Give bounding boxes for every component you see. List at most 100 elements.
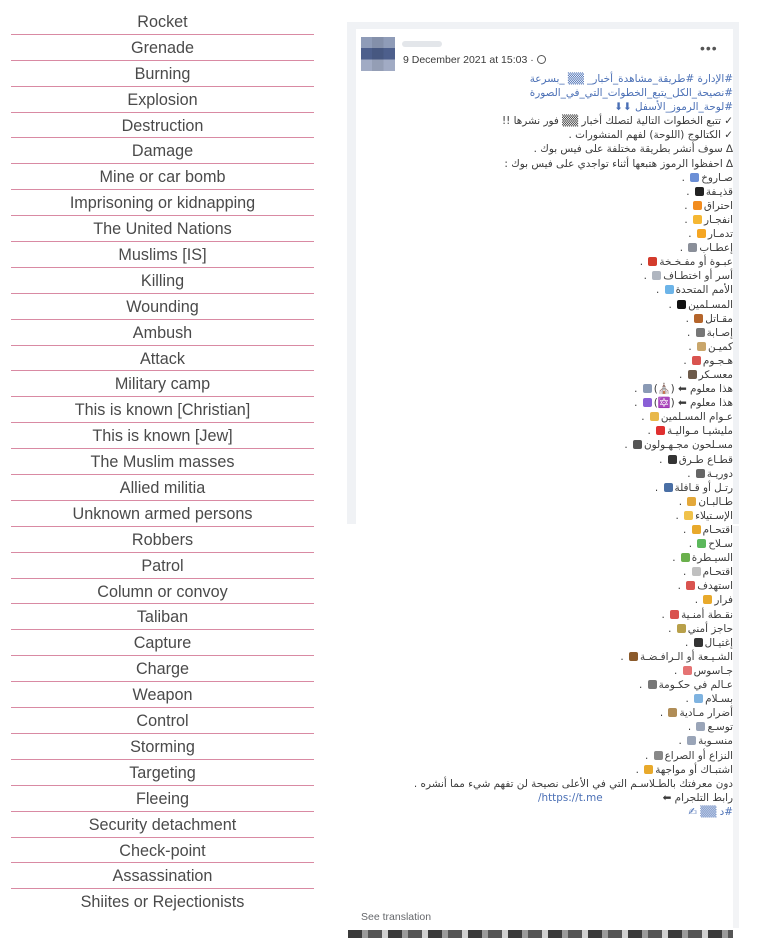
symbol-line: رتـل أو قـافلة . <box>403 481 733 495</box>
glossary-table: Rocket Grenade Burning Explosion Destruction… <box>11 9 314 915</box>
post-text-line-text: ✓ الكتالوج (اللوحة) لفهم المنشورات . <box>568 129 733 142</box>
period: . <box>685 636 692 649</box>
period: . <box>675 509 683 522</box>
period: . <box>683 566 690 579</box>
globe-icon <box>536 55 546 64</box>
symbol-line-text: الإسـتيلاء <box>695 509 733 522</box>
symbol-line-text: اقتحـام <box>702 566 733 579</box>
glossary-row: Security detachment <box>11 812 314 838</box>
emoji-icon <box>688 243 698 253</box>
post-text-line-text: ∆ سوف أنشر بطريقة مختلفة على فيس بوك . <box>533 143 733 156</box>
symbol-line-text: اشتبـاك أو مواجهة <box>655 763 733 776</box>
glossary-row: Mine or car bomb <box>11 164 314 191</box>
emoji-icon <box>686 581 696 591</box>
emoji-icon <box>703 595 713 605</box>
emoji-icon <box>692 200 702 210</box>
symbol-line: سـلاح . <box>403 537 733 551</box>
symbol-line-text: كميـن <box>707 340 733 353</box>
glossary-row: Patrol <box>11 553 314 579</box>
glossary-row: This is known [Christian] <box>11 397 314 424</box>
symbol-line-text: الأمم المتحدة <box>675 284 733 297</box>
symbol-line: بسـلام . <box>403 692 733 706</box>
post-date-text: 9 December 2021 at 15:03 · <box>403 54 534 66</box>
glossary-row: Destruction <box>11 113 314 139</box>
emoji-icon <box>695 327 705 337</box>
period: . <box>684 213 692 226</box>
glossary-row: Imprisoning or kidnapping <box>11 190 314 217</box>
symbol-line: الإسـتيلاء . <box>403 509 733 523</box>
symbol-line-text: نقـطة أمنـية <box>681 608 733 621</box>
glossary-row: Killing <box>11 268 314 294</box>
post-text-line: ✓ الكتالوج (اللوحة) لفهم المنشورات . <box>403 128 733 142</box>
symbol-line-text: توسـع <box>707 721 733 734</box>
symbol-line: استهدف . <box>403 579 733 593</box>
author-name-redacted <box>402 41 442 47</box>
glossary-row: Allied militia <box>11 475 314 501</box>
telegram-line-text: رابط التلجرام ⬅ <box>662 791 733 804</box>
hashtag-line[interactable]: #لوحة_الرموز_الأسفل ⬇⬇ <box>403 100 733 114</box>
period: . <box>688 228 695 241</box>
emoji-icon <box>670 609 680 619</box>
period: . <box>686 185 693 198</box>
period: . <box>643 270 651 283</box>
symbol-line: نقـطة أمنـية . <box>403 608 733 622</box>
more-options-icon[interactable]: ••• <box>700 40 718 56</box>
symbol-line: الشـيـعة أو الـرافـضـة . <box>403 650 733 664</box>
see-translation-link[interactable]: See translation <box>361 911 431 923</box>
emoji-icon <box>680 553 690 563</box>
symbol-line-text: أضرار مـادية <box>679 707 733 720</box>
glossary-row: Charge <box>11 656 314 683</box>
period: . <box>668 622 675 635</box>
symbol-line: قذيـفة . <box>403 185 733 199</box>
symbol-line: اقتحـام . <box>403 565 733 579</box>
post-timestamp[interactable]: 9 December 2021 at 15:03 · <box>403 54 546 66</box>
signature-hashtag[interactable]: #د ▒▒ ✍ <box>403 805 733 819</box>
symbol-line-text: احتراق <box>703 199 733 212</box>
hashtag-line[interactable]: #الإدارة #طريقة_مشاهدة_أخبار_ ▒▒ _بسرعة <box>403 72 733 86</box>
emoji-icon <box>694 313 704 323</box>
hashtag-line-text: #لوحة_الرموز_الأسفل ⬇⬇ <box>614 101 733 114</box>
attached-image-strip[interactable] <box>348 930 733 938</box>
symbol-line: كميـن . <box>403 340 733 354</box>
glossary-row: Rocket <box>11 9 314 35</box>
telegram-line: رابط التلجرام ⬅ https://t.me/ <box>403 791 733 805</box>
symbol-line-text: إصـابة <box>706 326 733 339</box>
symbol-line-text: إغتيـال <box>704 636 733 649</box>
emoji-icon <box>647 680 657 690</box>
symbol-line: إصـابة . <box>403 326 733 340</box>
symbol-line: مليشيـا مـواليـة . <box>403 424 733 438</box>
symbol-line: مسـلحون مجـهـولون . <box>403 438 733 452</box>
glossary-row: Check-point <box>11 838 314 864</box>
avatar[interactable] <box>361 37 395 71</box>
glossary-row: Fleeing <box>11 786 314 812</box>
emoji-icon <box>696 229 706 239</box>
symbol-line: قطـاع طـرق . <box>403 453 733 467</box>
hashtag-line[interactable]: #نصيحة_الكل_يتبع_الخطوات_التي_في_الصورة <box>403 86 733 100</box>
symbol-line-text: دوريـة <box>706 467 733 480</box>
glossary-row: Attack <box>11 346 314 372</box>
symbol-line-text: عـالم في حكـومة <box>658 679 733 692</box>
period: . <box>659 707 667 720</box>
emoji-icon <box>694 694 704 704</box>
period: . <box>655 284 663 297</box>
symbol-line-text: فرار <box>714 594 733 607</box>
symbol-line-text: عبـوة أو مفـخـخة <box>659 256 733 269</box>
symbol-line-text: إعطـاب <box>699 242 733 255</box>
post-text-line: ∆ احفظوا الرموز هتبعها أثناء تواجدي على … <box>403 157 733 171</box>
emoji-icon <box>632 440 642 450</box>
symbol-line: إغتيـال . <box>403 636 733 650</box>
emoji-icon <box>694 186 704 196</box>
glossary-row: Military camp <box>11 371 314 398</box>
symbol-line-text: الشـيـعة أو الـرافـضـة <box>640 650 733 663</box>
symbol-line: أضرار مـادية . <box>403 706 733 720</box>
glossary-row: Grenade <box>11 35 314 61</box>
emoji-icon <box>664 285 674 295</box>
emoji-icon <box>656 426 666 436</box>
symbol-line-text: بسـلام <box>705 693 733 706</box>
telegram-link[interactable]: https://t.me/ <box>538 792 603 804</box>
period: . <box>685 312 693 325</box>
symbol-line-text: معسـكر <box>698 368 733 381</box>
glossary-row: Capture <box>11 630 314 657</box>
period: . <box>638 679 646 692</box>
glossary-row: Storming <box>11 734 314 760</box>
